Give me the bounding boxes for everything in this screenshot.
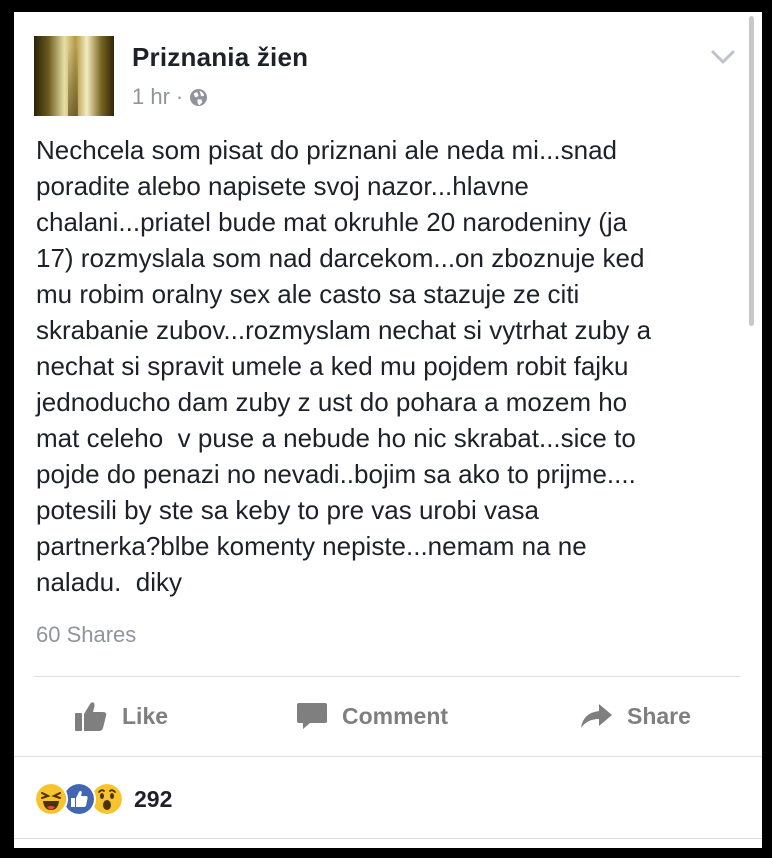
action-bar: Like Comment Share — [14, 678, 762, 754]
reactions-summary[interactable]: 292 — [34, 782, 172, 816]
chevron-down-icon[interactable] — [708, 42, 738, 72]
like-label: Like — [122, 702, 169, 729]
post-header: Priznania žien 1 hr · — [14, 12, 762, 122]
page-avatar[interactable] — [34, 36, 114, 116]
shares-count[interactable]: 60 Shares — [36, 622, 136, 648]
comment-button[interactable]: Comment — [296, 678, 448, 754]
divider — [14, 756, 762, 757]
comment-label: Comment — [342, 702, 449, 729]
divider — [34, 676, 740, 677]
comment-icon — [297, 703, 327, 729]
share-arrow-icon — [581, 704, 612, 728]
reaction-count: 292 — [134, 785, 173, 812]
divider — [14, 838, 762, 839]
share-button[interactable]: Share — [579, 678, 691, 754]
haha-reaction-icon — [34, 782, 68, 816]
page-name[interactable]: Priznania žien — [132, 42, 308, 73]
globe-icon — [190, 88, 208, 106]
meta-separator: · — [175, 84, 184, 109]
post-body-text: Nechcela som pisat do priznani ale neda … — [36, 135, 652, 597]
post-meta: 1 hr · — [132, 84, 208, 110]
thumbs-up-icon — [75, 702, 107, 731]
facebook-post-card: Priznania žien 1 hr · Nechcela som pisat… — [14, 12, 762, 848]
post-time[interactable]: 1 hr — [132, 84, 170, 110]
like-button[interactable]: Like — [74, 678, 168, 754]
share-label: Share — [627, 702, 691, 729]
